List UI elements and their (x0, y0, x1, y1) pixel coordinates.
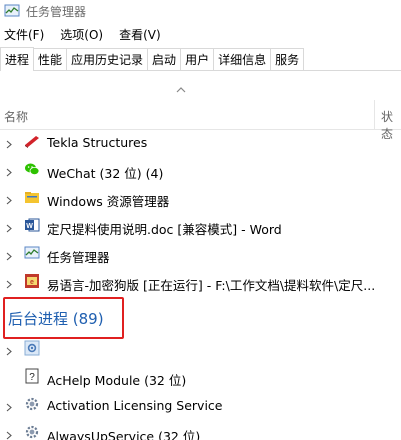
chevron-right-icon[interactable] (6, 250, 12, 261)
chevron-right-icon[interactable] (6, 222, 12, 233)
chevron-right-icon[interactable] (6, 278, 12, 289)
process-label: AcHelp Module (32 位) (47, 373, 187, 388)
process-label: Tekla Structures (47, 135, 148, 150)
e-language-icon: e (24, 273, 40, 289)
title-bar: 任务管理器 (0, 0, 401, 22)
process-label: Windows 资源管理器 (47, 194, 170, 209)
tab-details[interactable]: 详细信息 (213, 48, 272, 70)
tab-strip: 进程 性能 应用历史记录 启动 用户 详细信息 服务 (0, 47, 401, 71)
chevron-right-icon[interactable] (6, 194, 12, 205)
service-icon (24, 424, 40, 440)
tekla-icon (24, 133, 40, 149)
background-list: ? AcHelp Module (32 位) Activation Licens… (0, 335, 401, 440)
tab-startup[interactable]: 启动 (147, 48, 182, 70)
folder-icon (24, 189, 40, 205)
process-label: Activation Licensing Service (47, 398, 223, 413)
tab-processes[interactable]: 进程 (0, 47, 35, 71)
process-label: 易语言-加密狗版 [正在运行] - F:\工作文档\提料软件\定尺... (47, 278, 376, 293)
service-icon (24, 396, 40, 412)
svg-text:W: W (26, 223, 33, 230)
svg-text:?: ? (29, 372, 35, 383)
gear-icon (24, 340, 40, 356)
process-row-wechat[interactable]: WeChat (32 位) (4) (0, 156, 401, 184)
chevron-right-icon[interactable] (6, 401, 12, 412)
svg-text:e: e (30, 279, 34, 286)
help-icon: ? (24, 368, 40, 384)
process-row-taskmgr[interactable]: 任务管理器 (0, 240, 401, 268)
word-icon: W (24, 217, 40, 233)
wechat-icon (24, 161, 40, 177)
menu-options[interactable]: 选项(O) (56, 26, 107, 43)
chevron-right-icon[interactable] (6, 429, 12, 440)
process-row-word[interactable]: W 定尺提料使用说明.doc [兼容模式] - Word (0, 212, 401, 240)
menu-file[interactable]: 文件(F) (0, 26, 48, 43)
column-divider[interactable] (374, 100, 375, 130)
menu-view[interactable]: 查看(V) (115, 26, 165, 43)
process-row-e-language[interactable]: e 易语言-加密狗版 [正在运行] - F:\工作文档\提料软件\定尺... (0, 268, 401, 296)
task-manager-icon (4, 3, 20, 19)
process-row-explorer[interactable]: Windows 资源管理器 (0, 184, 401, 212)
process-row-achelp[interactable]: ? AcHelp Module (32 位) (0, 363, 401, 391)
chevron-right-icon[interactable] (6, 138, 12, 149)
process-label: 任务管理器 (47, 250, 110, 265)
background-processes-heading: 后台进程 (89) (8, 310, 104, 328)
process-row-unknown[interactable] (0, 335, 401, 363)
task-manager-icon (24, 245, 40, 261)
column-name[interactable]: 名称 (4, 108, 28, 125)
process-row-tekla[interactable]: Tekla Structures (0, 128, 401, 156)
process-label: 定尺提料使用说明.doc [兼容模式] - Word (47, 222, 282, 237)
menu-bar: 文件(F) 选项(O) 查看(V) (0, 24, 173, 44)
tab-services[interactable]: 服务 (270, 48, 305, 70)
sort-up-icon[interactable] (176, 83, 186, 93)
process-label: AlwaysUpService (32 位) (47, 429, 201, 440)
tab-app-history[interactable]: 应用历史记录 (66, 48, 149, 70)
process-label: WeChat (32 位) (4) (47, 166, 164, 181)
tab-users[interactable]: 用户 (180, 48, 215, 70)
tab-performance[interactable]: 性能 (33, 48, 68, 70)
apps-list: Tekla Structures WeChat (32 位) (4) Windo… (0, 128, 401, 296)
process-row-activation[interactable]: Activation Licensing Service (0, 391, 401, 419)
window-title: 任务管理器 (26, 4, 87, 19)
chevron-right-icon[interactable] (6, 345, 12, 356)
process-row-alwaysup[interactable]: AlwaysUpService (32 位) (0, 419, 401, 440)
chevron-right-icon[interactable] (6, 166, 12, 177)
column-header: 名称 状态 (0, 100, 401, 141)
